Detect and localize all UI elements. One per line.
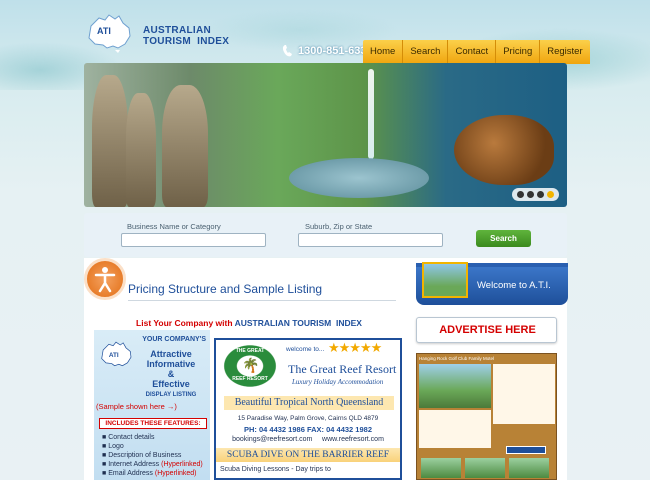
advertise-here-button[interactable]: ADVERTISE HERE [416,317,557,343]
ad-features-panel: ATI YOUR COMPANY'S Attractive Informativ… [94,330,210,480]
page-title: Pricing Structure and Sample Listing [128,282,323,296]
suburb-label: Suburb, Zip or State [305,222,373,231]
welcome-to-text: welcome to... [286,346,325,353]
thumbnail-button [506,446,546,454]
slider-dots [512,188,559,201]
australia-map-icon: ATI [101,341,132,367]
logo-line-2: TOURISM INDEX [143,36,230,47]
slide-dot[interactable] [527,191,534,198]
ad-headline: List Your Company with AUSTRALIAN TOURIS… [91,316,407,330]
region-ribbon: Beautiful Tropical North Queensland [224,396,394,410]
resort-logo: THE GREAT REEF RESORT 🌴 [220,342,280,390]
features-heading: INCLUDES THESE FEATURES: [99,418,207,429]
nav-register[interactable]: Register [540,40,589,64]
effective-line: Effective [152,379,190,389]
rock-formation [92,75,128,207]
nav-search[interactable]: Search [403,40,449,64]
thumbnail-image [509,458,549,478]
phone-number[interactable]: 1300-851-633 [282,44,367,58]
feature-item: ■ Contact details [102,434,155,441]
feature-item: ■ Description of Business [102,452,182,459]
thumbnail-image [465,458,505,478]
search-button[interactable]: Search [476,230,531,247]
feature-item: ■ Internet Address (Hyperlinked) [102,461,203,468]
resort-web-links[interactable]: bookings@reefresort.com www.reefresort.c… [216,436,400,443]
resort-listing: THE GREAT REEF RESORT 🌴 welcome to... ★★… [214,338,402,480]
advertise-here-text: ADVERTISE HERE [439,324,536,336]
sample-listing: List Your Company with AUSTRALIAN TOURIS… [91,316,407,480]
nav-pricing[interactable]: Pricing [496,40,541,64]
phone-icon [282,45,292,57]
thumbnail-image [421,458,461,478]
main-nav: Home Search Contact Pricing Register [363,40,590,64]
feature-note: (Hyperlinked) [161,461,203,468]
slide-dot-active[interactable] [547,191,554,198]
resort-logo-line-2: REEF RESORT [232,376,268,382]
five-star-icon: ★★★★★ [328,340,382,355]
attractive-text: Attractive Informative & Effective [134,349,208,389]
resort-phones: PH: 04 4432 1986 FAX: 04 4432 1982 [243,425,372,434]
nav-contact[interactable]: Contact [448,40,497,64]
accessibility-icon [84,258,126,300]
resort-logo-line-1: THE GREAT [235,348,265,354]
hero-banner [84,63,567,207]
suburb-input[interactable] [298,233,443,247]
arrow-right-icon: →) [166,402,177,411]
slide-dot[interactable] [517,191,524,198]
feature-note: (Hyperlinked) [154,470,197,477]
slide-dot[interactable] [537,191,544,198]
site-logo[interactable]: ATI AUSTRALIAN TOURISM INDEX [85,12,235,57]
rock-formation [162,85,208,207]
pond [289,158,429,198]
rock-formation [126,93,156,207]
welcome-text: Welcome to A.T.I. [477,280,551,291]
logo-text: AUSTRALIAN TOURISM INDEX [143,25,229,47]
scuba-description: Scuba Diving Lessons - Day trips to [220,466,331,473]
motel-photo [419,364,491,408]
resort-address: 15 Paradise Way, Palm Grove, Cairns QLD … [237,415,379,422]
ad-headline-blue: AUSTRALIAN TOURISM INDEX [234,318,362,328]
palm-tree-icon: 🌴 [242,357,260,373]
scuba-heading: SCUBA DIVE ON THE BARRIER REEF [216,448,400,462]
feature-item: ■ Logo [102,443,124,450]
logo-line-1: AUSTRALIAN [143,25,211,36]
resort-tagline: Luxury Holiday Accommodation [292,378,384,386]
amp-line: & [167,369,175,379]
sample-shown-text: (Sample shown here →) [96,402,177,411]
sea-turtle [454,115,554,185]
business-label: Business Name or Category [127,222,221,231]
feature-text: Description of Business [108,452,182,459]
logo-abbr: ATI [97,26,111,36]
informative-line: Informative [146,359,196,369]
title-divider [128,300,396,301]
thumbnail-title: Hanging Rock Golf Club Family Motel [419,356,495,361]
features-list: ■ Contact details ■ Logo ■ Description o… [102,433,203,478]
feature-text: Contact details [108,434,155,441]
phone-text: 1300-851-633 [298,45,367,57]
search-bar: Business Name or Category Suburb, Zip or… [84,213,567,257]
welcome-photo [422,262,468,298]
thumbnail-contact [419,410,491,448]
feature-text: Logo [108,443,124,450]
attractive-line: Attractive [150,349,192,359]
your-company-text: YOUR COMPANY'S [142,336,206,343]
business-input[interactable] [121,233,266,247]
svg-text:ATI: ATI [109,352,119,359]
feature-item: ■ Email Address (Hyperlinked) [102,470,197,477]
fountain [368,69,374,159]
display-listing-text: DISPLAY LISTING [145,392,197,398]
thumbnail-description [493,364,555,424]
sample-shown-label: (Sample shown here [96,402,165,411]
sample-listing-thumbnail[interactable]: Hanging Rock Golf Club Family Motel [416,353,557,480]
feature-text: Email Address [108,470,153,477]
resort-name: The Great Reef Resort [288,362,397,376]
nav-home[interactable]: Home [363,40,404,64]
feature-text: Internet Address [108,461,160,468]
ad-headline-red: List Your Company with [136,318,233,328]
